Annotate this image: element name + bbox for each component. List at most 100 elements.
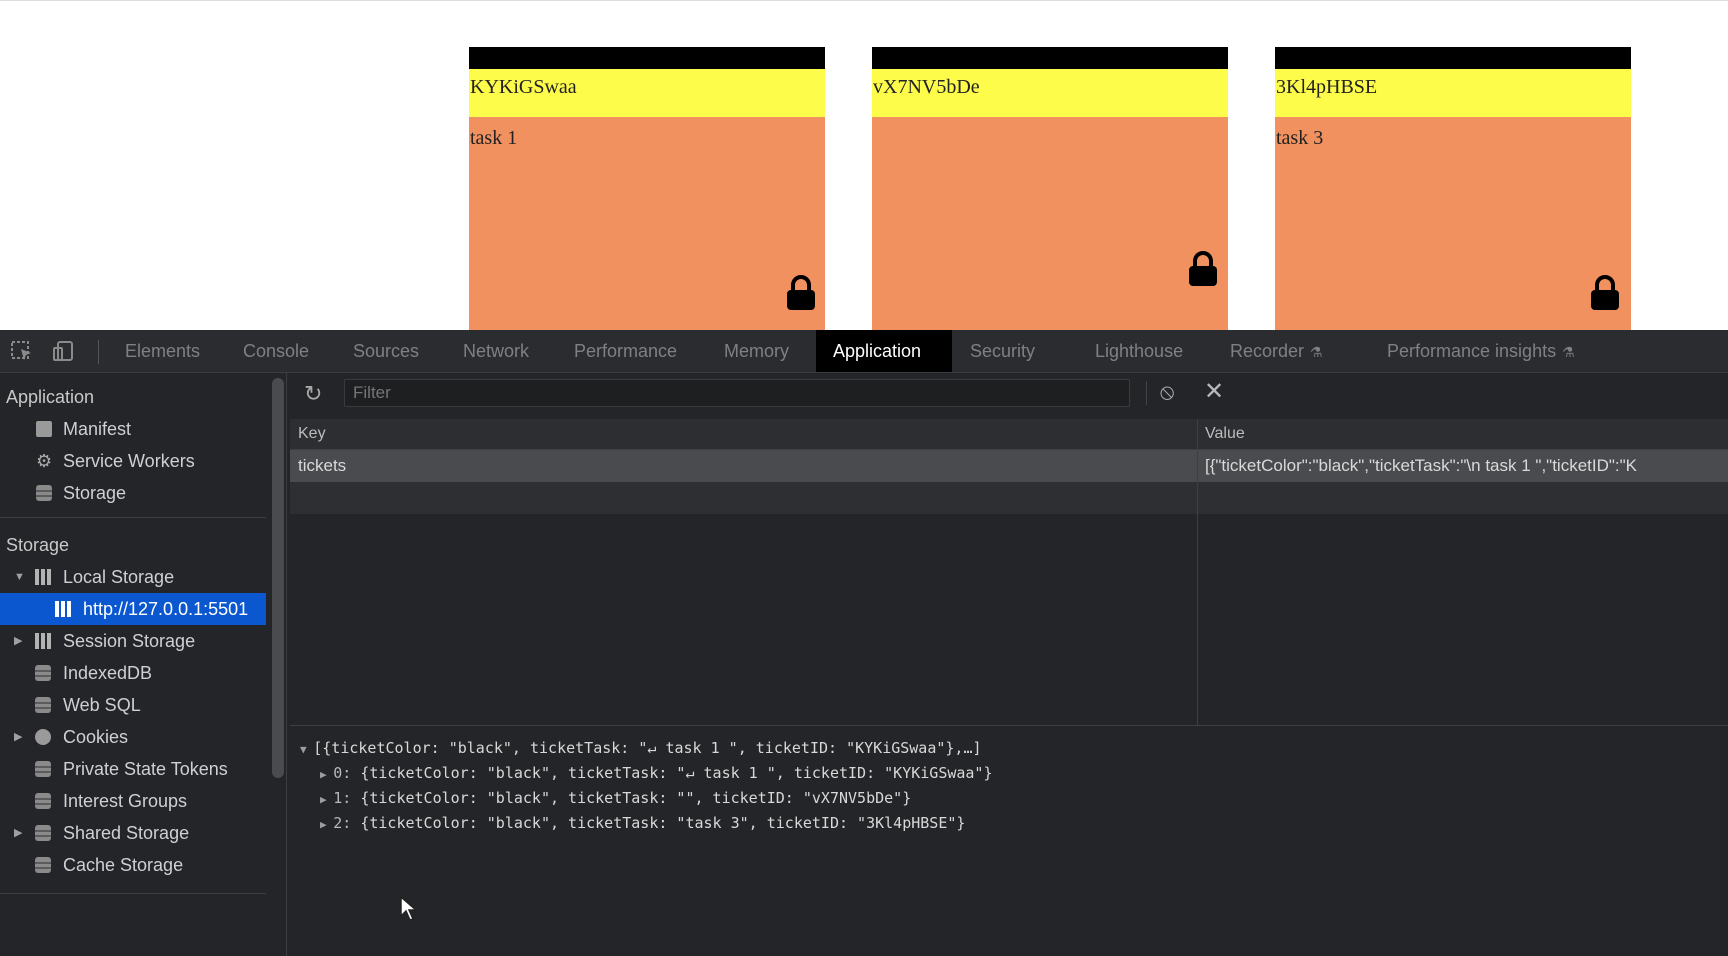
sidebar-item-label: Manifest xyxy=(63,419,132,439)
ticket-color-strip xyxy=(1275,47,1631,69)
inspect-element-icon[interactable] xyxy=(10,340,34,362)
tab-recorder-label: Recorder xyxy=(1230,341,1305,361)
database-icon xyxy=(35,697,51,713)
database-icon xyxy=(35,825,51,841)
sidebar-item-web-sql[interactable]: Web SQL xyxy=(0,689,266,721)
sidebar-item-session-storage[interactable]: ▶ Session Storage xyxy=(0,625,266,657)
grid-icon xyxy=(35,633,51,649)
column-divider xyxy=(1197,419,1198,725)
expand-right-icon[interactable]: ▶ xyxy=(14,721,22,753)
sidebar-item-label: Web SQL xyxy=(63,695,141,715)
value-preview: ▼ [{ticketColor: "black", ticketTask: "↵… xyxy=(288,727,1728,956)
preview-item-text: {ticketColor: "black", ticketTask: "", t… xyxy=(360,789,912,807)
ticket-task[interactable] xyxy=(872,117,1228,155)
sidebar-item-shared-storage[interactable]: ▶ Shared Storage xyxy=(0,817,266,849)
sidebar-divider xyxy=(0,893,266,894)
tab-application[interactable]: Application xyxy=(816,330,952,372)
lock-icon[interactable] xyxy=(1187,251,1219,287)
row-key[interactable]: tickets xyxy=(298,450,1188,482)
devtools-panel: Elements Console Sources Network Perform… xyxy=(0,330,1728,956)
lock-icon[interactable] xyxy=(1589,275,1621,311)
expand-right-icon[interactable]: ▶ xyxy=(320,818,333,831)
sidebar-item-manifest[interactable]: Manifest xyxy=(0,413,266,445)
tab-recorder[interactable]: Recorder ⚗ xyxy=(1213,330,1340,372)
sidebar-item-service-workers[interactable]: ⚙ Service Workers xyxy=(0,445,266,477)
expand-down-icon[interactable]: ▼ xyxy=(14,561,25,593)
table-row[interactable]: tickets [{"ticketColor":"black","ticketT… xyxy=(290,450,1728,482)
sidebar-item-label: Shared Storage xyxy=(63,823,190,843)
tab-performance-insights[interactable]: Performance insights ⚗ xyxy=(1370,330,1592,372)
grid-icon xyxy=(55,601,71,617)
document-icon xyxy=(36,421,52,437)
column-header-value[interactable]: Value xyxy=(1205,419,1245,449)
ticket-card[interactable]: KYKiGSwaa task 1 xyxy=(469,47,825,331)
filter-input[interactable] xyxy=(344,379,1130,407)
sidebar-scrollbar[interactable] xyxy=(272,378,284,778)
preview-summary: [{ticketColor: "black", ticketTask: "↵ t… xyxy=(313,739,982,757)
sidebar-item-label: Interest Groups xyxy=(63,791,188,811)
sidebar-item-local-origin[interactable]: http://127.0.0.1:5501 xyxy=(0,593,266,625)
sidebar-item-cache-storage[interactable]: Cache Storage xyxy=(0,849,266,881)
sidebar-item-local-storage[interactable]: ▼ Local Storage xyxy=(0,561,266,593)
sidebar-item-label: Cache Storage xyxy=(63,855,184,875)
sidebar-item-label: Service Workers xyxy=(63,451,195,471)
expand-right-icon[interactable]: ▶ xyxy=(320,793,333,806)
expand-right-icon[interactable]: ▶ xyxy=(14,817,22,849)
flask-icon: ⚗ xyxy=(1562,344,1575,360)
sidebar-item-storage[interactable]: Storage xyxy=(0,477,266,509)
column-header-key[interactable]: Key xyxy=(298,419,326,449)
preview-item-row[interactable]: ▶ 2: {ticketColor: "black", ticketTask: … xyxy=(320,814,965,832)
row-value[interactable]: [{"ticketColor":"black","ticketTask":"\n… xyxy=(1205,450,1728,482)
toolbar-separator xyxy=(1146,381,1147,405)
preview-item-index: 1: xyxy=(333,789,352,807)
sidebar-item-cookies[interactable]: ▶ Cookies xyxy=(0,721,266,753)
tab-sources[interactable]: Sources xyxy=(336,330,436,372)
tab-memory[interactable]: Memory xyxy=(707,330,806,372)
tab-performance[interactable]: Performance xyxy=(557,330,694,372)
ticket-task[interactable]: task 1 xyxy=(469,117,825,155)
table-row-empty[interactable] xyxy=(290,482,1728,514)
ticket-task[interactable]: task 3 xyxy=(1275,117,1631,155)
storage-toolbar: ↻ ⦸ ✕ xyxy=(288,373,1728,413)
mouse-cursor-icon xyxy=(400,896,418,921)
refresh-icon[interactable]: ↻ xyxy=(304,381,322,407)
web-page: KYKiGSwaa task 1 vX7NV5bDe 3Kl4pHBSE tas… xyxy=(0,0,1728,331)
lock-icon[interactable] xyxy=(785,275,817,311)
delete-selected-icon[interactable]: ✕ xyxy=(1204,377,1224,406)
sidebar-splitter[interactable] xyxy=(286,373,287,956)
preview-item-row[interactable]: ▶ 0: {ticketColor: "black", ticketTask: … xyxy=(320,764,993,782)
flask-icon: ⚗ xyxy=(1310,344,1323,360)
sidebar-item-label: Storage xyxy=(63,483,127,503)
tab-elements[interactable]: Elements xyxy=(108,330,217,372)
clear-all-icon[interactable]: ⦸ xyxy=(1160,379,1174,405)
preview-summary-row[interactable]: ▼ [{ticketColor: "black", ticketTask: "↵… xyxy=(300,739,982,757)
device-toolbar-icon[interactable] xyxy=(52,340,76,362)
preview-item-index: 0: xyxy=(333,764,352,782)
ticket-card[interactable]: vX7NV5bDe xyxy=(872,47,1228,331)
tab-console[interactable]: Console xyxy=(226,330,326,372)
sidebar-item-label: Cookies xyxy=(63,727,129,747)
database-icon xyxy=(36,485,52,501)
table-divider[interactable] xyxy=(290,725,1728,726)
sidebar-item-label: Private State Tokens xyxy=(63,759,228,779)
devtools-tab-bar: Elements Console Sources Network Perform… xyxy=(0,330,1728,373)
application-sidebar: Application Manifest ⚙ Service Workers St… xyxy=(0,373,268,956)
preview-item-row[interactable]: ▶ 1: {ticketColor: "black", ticketTask: … xyxy=(320,789,911,807)
sidebar-item-private-state-tokens[interactable]: Private State Tokens xyxy=(0,753,266,785)
ticket-id: vX7NV5bDe xyxy=(872,69,1228,117)
sidebar-item-label: Local Storage xyxy=(63,567,175,587)
ticket-card[interactable]: 3Kl4pHBSE task 3 xyxy=(1275,47,1631,331)
sidebar-item-indexeddb[interactable]: IndexedDB xyxy=(0,657,266,689)
ticket-id: KYKiGSwaa xyxy=(469,69,825,117)
tab-network[interactable]: Network xyxy=(446,330,546,372)
database-icon xyxy=(35,793,51,809)
expand-right-icon[interactable]: ▶ xyxy=(320,768,333,781)
tab-security[interactable]: Security xyxy=(953,330,1052,372)
sidebar-item-interest-groups[interactable]: Interest Groups xyxy=(0,785,266,817)
database-icon xyxy=(35,761,51,777)
expand-right-icon[interactable]: ▶ xyxy=(14,625,22,657)
local-storage-view: ↻ ⦸ ✕ Key Value tickets [{"ticketColor":… xyxy=(288,373,1728,956)
expand-down-icon[interactable]: ▼ xyxy=(300,743,313,756)
ticket-id: 3Kl4pHBSE xyxy=(1275,69,1631,117)
tab-lighthouse[interactable]: Lighthouse xyxy=(1078,330,1200,372)
